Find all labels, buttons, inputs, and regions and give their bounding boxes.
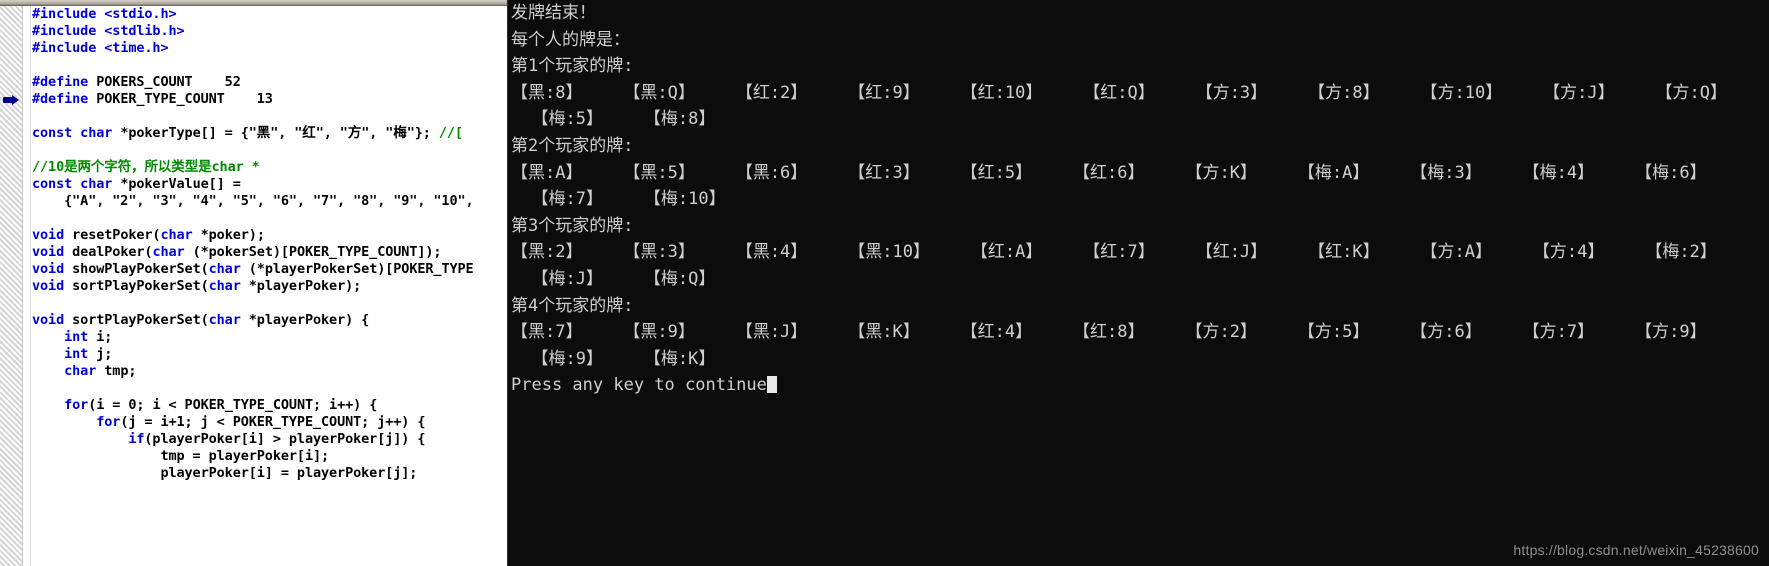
console-line: 【黑:7】 【黑:9】 【黑:J】 【黑:K】 【红:4】 【红:8】 【方:2… [511,322,1707,343]
console-line: 【黑:2】 【黑:3】 【黑:4】 【黑:10】 【红:A】 【红:7】 【红:… [511,242,1717,263]
code-line: #define POKER_TYPE_COUNT 13 [32,91,273,107]
code-line: #define POKERS_COUNT 52 [32,74,241,90]
console-line: 【梅:J】 【梅:Q】 [511,268,716,289]
code-line: void sortPlayPokerSet(char *playerPoker)… [32,278,362,294]
code-line: #include <time.h> [32,40,169,56]
code-line: int j; [64,346,113,362]
console-line: 【黑:A】 【黑:5】 【黑:6】 【红:3】 【红:5】 【红:6】 【方:K… [511,162,1707,183]
code-line: void showPlayPokerSet(char (*playerPoker… [32,261,474,277]
code-line: const char *pokerType[] = {"黑", "红", "方"… [32,125,463,141]
code-line: #include <stdio.h> [32,6,177,22]
console-line: 【梅:9】 【梅:K】 [511,348,716,369]
watermark-url: https://blog.csdn.net/weixin_45238600 [1513,542,1759,558]
code-line: //10是两个字符，所以类型是char * [32,159,260,175]
code-line: void resetPoker(char *poker); [32,227,265,243]
screen-root: #include <stdio.h> #include <stdlib.h> #in… [0,0,1769,566]
console-prompt-line: Press any key to continue [511,372,1727,399]
code-line: playerPoker[i] = playerPoker[j]; [32,465,418,481]
code-line: {"A", "2", "3", "4", "5", "6", "7", "8",… [32,193,474,209]
console-line: 第1个玩家的牌: [511,56,634,77]
console-line: 发牌结束！ [511,3,596,23]
code-line: #include <stdlib.h> [32,23,185,39]
block-cursor [766,376,777,394]
console-line: 第4个玩家的牌: [511,295,634,316]
code-line: for(j = i+1; j < POKER_TYPE_COUNT; j++) … [96,414,426,430]
code-line: int i; [64,329,113,345]
console-line: 【梅:5】 【梅:8】 [511,109,716,130]
console-window[interactable]: 发牌结束！ 每个人的牌是： 第1个玩家的牌: 【黑:8】 【黑:Q】 【红:2】 【红… [507,0,1769,566]
editor-gutter[interactable] [0,6,23,566]
code-line: const char *pokerValue[] = [32,176,241,192]
code-text-area[interactable]: #include <stdio.h> #include <stdlib.h> #in… [22,6,507,482]
console-line: 第2个玩家的牌: [511,135,634,156]
console-line: 【梅:7】 【梅:10】 [511,189,726,210]
code-line: for(i = 0; i < POKER_TYPE_COUNT; i++) { [64,397,378,413]
code-editor-pane[interactable]: #include <stdio.h> #include <stdlib.h> #in… [0,0,507,566]
code-line: tmp = playerPoker[i]; [32,448,330,464]
console-line: 第3个玩家的牌: [511,215,634,236]
code-line: if(playerPoker[i] > playerPoker[j]) { [128,431,426,447]
code-line: void dealPoker(char (*pokerSet)[POKER_TY… [32,244,442,260]
console-line: 【黑:8】 【黑:Q】 【红:2】 【红:9】 【红:10】 【红:Q】 【方:… [511,82,1728,103]
console-line: 每个人的牌是： [511,29,630,50]
press-any-key-text: Press any key to continue [511,375,767,396]
code-line: void sortPlayPokerSet(char *playerPoker)… [32,312,370,328]
code-line: char tmp; [64,363,137,379]
console-output-text: 发牌结束！ 每个人的牌是： 第1个玩家的牌: 【黑:8】 【黑:Q】 【红:2】 【红… [511,0,1727,399]
